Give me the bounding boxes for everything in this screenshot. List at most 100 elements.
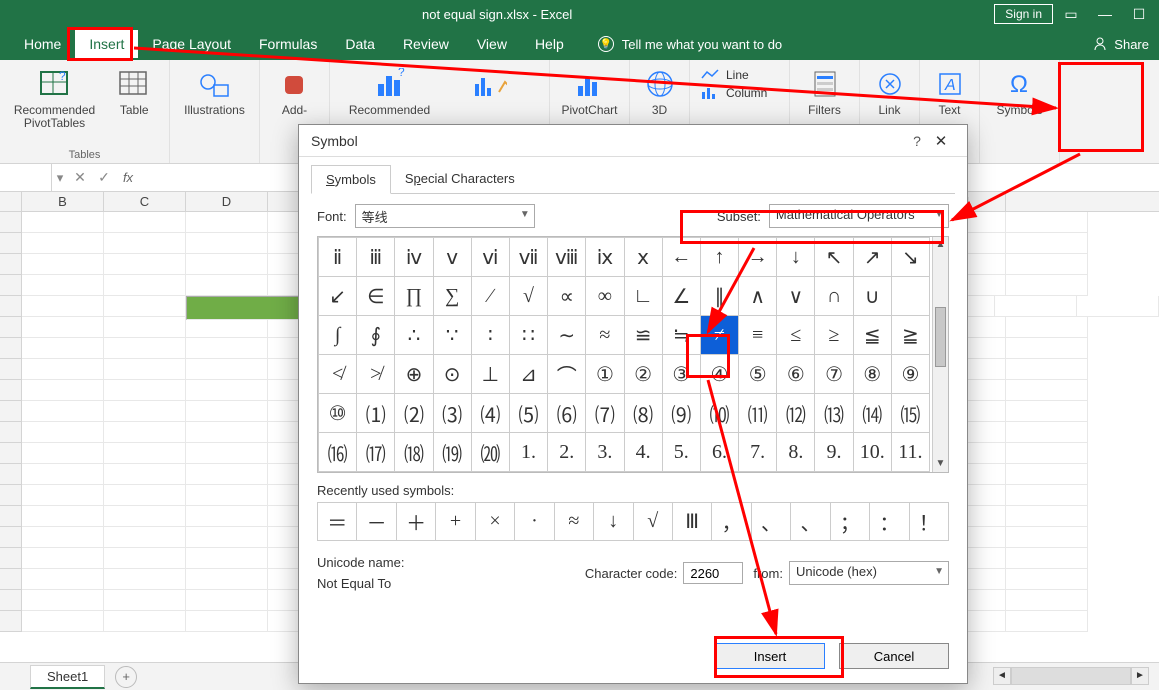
symbol-cell[interactable]: ∑: [433, 277, 471, 316]
symbols-button[interactable]: Ω Symbols: [992, 64, 1046, 121]
recent-symbol-cell[interactable]: ！: [909, 503, 948, 541]
row-header[interactable]: [0, 212, 22, 233]
column-header[interactable]: D: [186, 192, 268, 211]
tab-help[interactable]: Help: [521, 30, 578, 58]
column-header[interactable]: [0, 192, 22, 211]
minimize-icon[interactable]: —: [1097, 6, 1113, 22]
maximize-icon[interactable]: ☐: [1131, 6, 1147, 22]
cell[interactable]: [1006, 338, 1088, 359]
recent-symbol-cell[interactable]: －: [357, 503, 396, 541]
cell[interactable]: [1006, 359, 1088, 380]
recent-symbol-cell[interactable]: √: [633, 503, 672, 541]
symbol-cell[interactable]: ⅹ: [624, 238, 662, 277]
symbol-cell[interactable]: ↓: [777, 238, 815, 277]
symbol-cell[interactable]: ⑻: [624, 394, 662, 433]
row-header[interactable]: [0, 443, 22, 464]
symbol-cell[interactable]: ∮: [357, 316, 395, 355]
pivotchart-button[interactable]: PivotChart: [557, 64, 621, 121]
cell[interactable]: [22, 422, 104, 443]
cell[interactable]: [104, 590, 186, 611]
symbol-cell[interactable]: ≒: [662, 316, 700, 355]
symbol-cell[interactable]: ⒀: [815, 394, 853, 433]
cell[interactable]: [22, 590, 104, 611]
recent-symbol-cell[interactable]: Ⅲ: [672, 503, 711, 541]
cell[interactable]: [186, 380, 268, 401]
3d-button[interactable]: 3D: [635, 64, 685, 121]
cell[interactable]: [104, 359, 186, 380]
recent-symbol-cell[interactable]: ＋: [396, 503, 435, 541]
symbol-cell[interactable]: ⑹: [548, 394, 586, 433]
recent-symbol-cell[interactable]: ：: [870, 503, 909, 541]
cell[interactable]: [1006, 233, 1088, 254]
scroll-thumb[interactable]: [1011, 667, 1131, 685]
symbol-cell[interactable]: ≦: [853, 316, 891, 355]
recent-symbol-cell[interactable]: ，: [712, 503, 751, 541]
symbol-cell[interactable]: ⅱ: [319, 238, 357, 277]
row-header[interactable]: [0, 506, 22, 527]
ribbon-options-icon[interactable]: ▭: [1063, 6, 1079, 22]
symbol-cell[interactable]: ∞: [586, 277, 624, 316]
cell[interactable]: [186, 401, 268, 422]
symbol-cell[interactable]: ①: [586, 355, 624, 394]
symbol-cell[interactable]: ⑾: [739, 394, 777, 433]
symbol-cell[interactable]: ⒁: [853, 394, 891, 433]
symbol-cell[interactable]: ↗: [853, 238, 891, 277]
symbol-cell[interactable]: 8.: [777, 433, 815, 472]
row-header[interactable]: [0, 275, 22, 296]
symbol-cell[interactable]: ⑺: [586, 394, 624, 433]
subset-select[interactable]: Mathematical Operators▼: [769, 204, 949, 228]
row-header[interactable]: [0, 485, 22, 506]
symbol-cell[interactable]: ⊙: [433, 355, 471, 394]
symbol-cell[interactable]: ⑽: [700, 394, 738, 433]
cell[interactable]: [22, 380, 104, 401]
cell[interactable]: [22, 485, 104, 506]
symbol-cell[interactable]: ⅳ: [395, 238, 433, 277]
recommended-charts-button[interactable]: ? Recommended: [345, 64, 434, 121]
symbol-cell[interactable]: ∴: [395, 316, 433, 355]
cell[interactable]: [186, 359, 268, 380]
cell[interactable]: [104, 380, 186, 401]
cell[interactable]: [104, 569, 186, 590]
symbol-cell[interactable]: ∠: [662, 277, 700, 316]
symbol-cell[interactable]: ≮: [319, 355, 357, 394]
symbol-cell[interactable]: ⒆: [433, 433, 471, 472]
cell[interactable]: [1006, 212, 1088, 233]
cell[interactable]: [1006, 569, 1088, 590]
cell[interactable]: [22, 317, 104, 338]
symbol-cell[interactable]: 5.: [662, 433, 700, 472]
name-box-dropdown-icon[interactable]: ▾: [52, 170, 68, 186]
sparkline-line-button[interactable]: Line: [700, 68, 767, 82]
cell[interactable]: [22, 212, 104, 233]
cell[interactable]: [186, 485, 268, 506]
cell[interactable]: [1006, 548, 1088, 569]
cell[interactable]: [104, 296, 186, 317]
symbol-cell[interactable]: ⑧: [853, 355, 891, 394]
recent-symbol-cell[interactable]: +: [436, 503, 475, 541]
symbol-cell[interactable]: ②: [624, 355, 662, 394]
cell[interactable]: [186, 464, 268, 485]
row-header[interactable]: [0, 401, 22, 422]
symbol-cell[interactable]: ⅸ: [586, 238, 624, 277]
link-button[interactable]: Link: [865, 64, 915, 121]
row-header[interactable]: [0, 422, 22, 443]
recent-symbol-cell[interactable]: ；: [830, 503, 869, 541]
symbol-cell[interactable]: ∝: [548, 277, 586, 316]
symbol-cell[interactable]: ⊥: [471, 355, 509, 394]
cell[interactable]: [1006, 590, 1088, 611]
horizontal-scrollbar[interactable]: ◄ ►: [993, 667, 1149, 685]
cell[interactable]: [22, 527, 104, 548]
cell[interactable]: [1006, 464, 1088, 485]
cell[interactable]: [186, 443, 268, 464]
symbol-cell[interactable]: ⒃: [319, 433, 357, 472]
symbol-cell[interactable]: ⑵: [395, 394, 433, 433]
tell-me[interactable]: 💡 Tell me what you want to do: [598, 36, 782, 52]
symbol-cell[interactable]: ∵: [433, 316, 471, 355]
recent-symbol-cell[interactable]: 、: [751, 503, 790, 541]
cell[interactable]: [22, 569, 104, 590]
tab-view[interactable]: View: [463, 30, 521, 58]
symbol-cell[interactable]: ≯: [357, 355, 395, 394]
cell[interactable]: [104, 527, 186, 548]
cell[interactable]: [104, 401, 186, 422]
symbol-cell[interactable]: ↑: [700, 238, 738, 277]
recent-symbol-cell[interactable]: 、: [791, 503, 830, 541]
